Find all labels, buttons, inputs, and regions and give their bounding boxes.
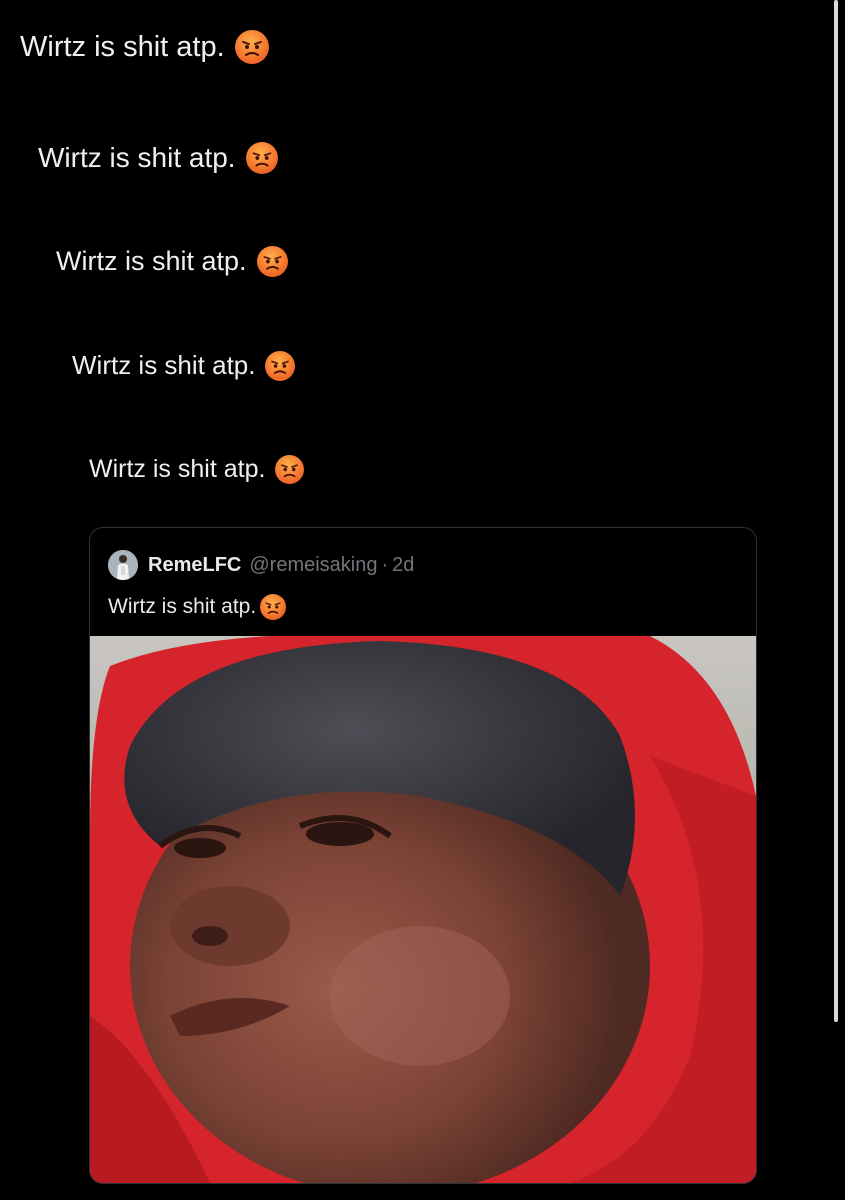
quoted-tweet-header: RemeLFC @remeisaking · 2d xyxy=(108,550,414,580)
thread-line-text: Wirtz is shit atp. xyxy=(38,142,236,173)
angry-face-icon xyxy=(265,350,296,381)
quoted-tweet-body: Wirtz is shit atp. xyxy=(108,595,257,618)
display-name[interactable]: RemeLFC xyxy=(148,554,241,577)
thread-line-text: Wirtz is shit atp. xyxy=(56,246,247,276)
user-handle[interactable]: @remeisaking xyxy=(249,554,377,577)
thread-line-3: Wirtz is shit atp. xyxy=(56,246,288,277)
angry-face-icon xyxy=(234,30,269,64)
angry-face-icon xyxy=(245,142,278,174)
quoted-tweet-card[interactable]: RemeLFC @remeisaking · 2d Wirtz is shit … xyxy=(89,527,757,1184)
thread-line-4: Wirtz is shit atp. xyxy=(72,350,296,381)
angry-face-icon xyxy=(256,246,288,277)
thread-line-5: Wirtz is shit atp. xyxy=(89,455,305,484)
thread-line-1: Wirtz is shit atp. xyxy=(20,30,269,64)
timestamp[interactable]: 2d xyxy=(392,554,414,577)
quoted-tweet-text: Wirtz is shit atp. xyxy=(108,594,287,620)
thread-line-2: Wirtz is shit atp. xyxy=(38,142,278,174)
angry-face-icon xyxy=(260,594,287,620)
scrollbar[interactable] xyxy=(834,0,838,1022)
avatar[interactable] xyxy=(108,550,138,580)
tweet-media-image[interactable] xyxy=(90,636,756,1183)
thread-line-text: Wirtz is shit atp. xyxy=(89,455,266,483)
angry-face-icon xyxy=(275,455,305,484)
separator-dot: · xyxy=(381,553,389,576)
thread-line-text: Wirtz is shit atp. xyxy=(72,350,256,380)
thread-line-text: Wirtz is shit atp. xyxy=(20,30,225,63)
